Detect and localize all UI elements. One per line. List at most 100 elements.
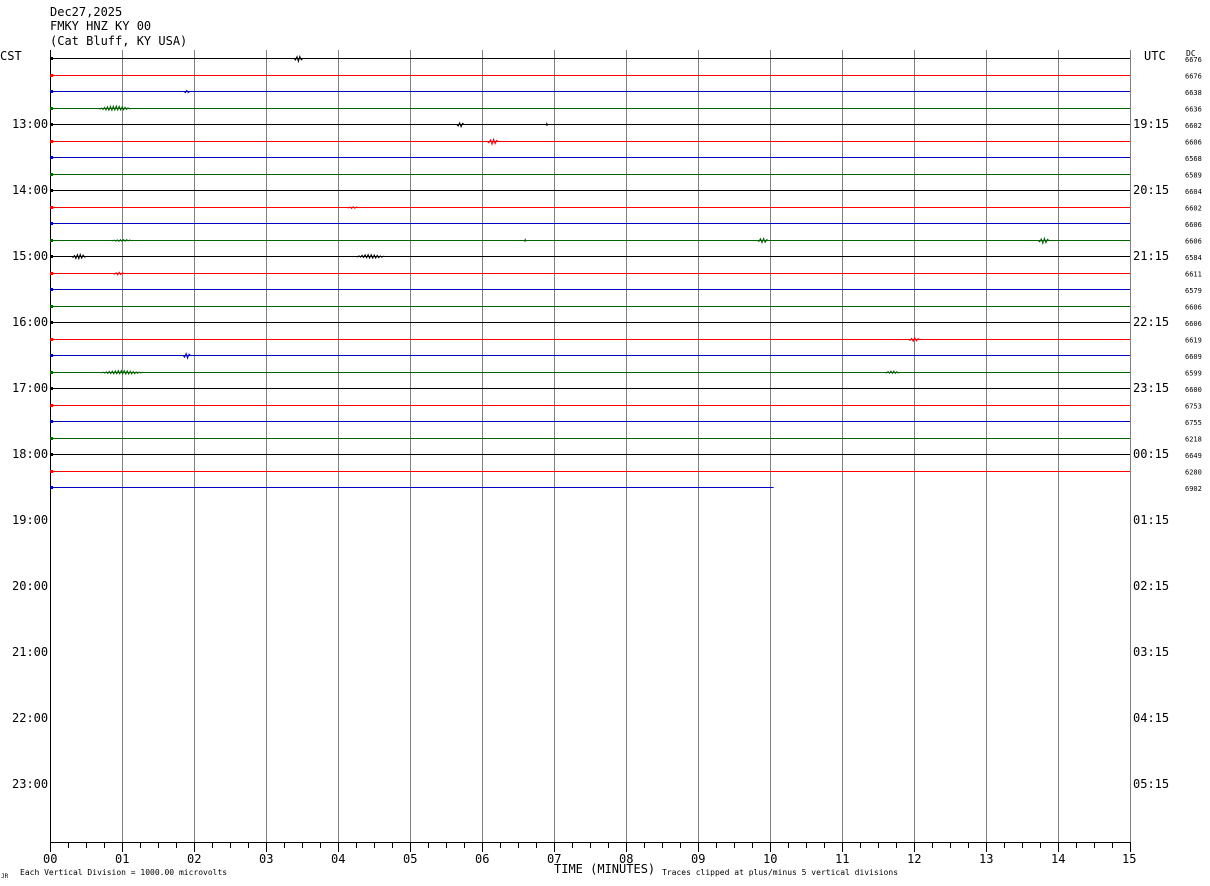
helicorder-plot: 00 01 02 03 04 05 06 07 08 09 10 11 12 13 14 15 13:00 19… xyxy=(0,5,1202,880)
x-tick-label: 12 xyxy=(907,852,921,866)
dc-value: 6218 xyxy=(1185,436,1202,444)
trace-start-mark xyxy=(50,470,53,473)
cst-label: CST xyxy=(0,49,22,63)
trace-row-18 xyxy=(50,351,1130,360)
trace-row-4 xyxy=(50,121,1130,129)
trace-start-mark xyxy=(50,255,53,258)
x-tick-label: 00 xyxy=(43,852,57,866)
dc-offset-labels: 6676667666386636660266066568658966046602… xyxy=(1185,56,1202,493)
cst-time-label: 16:00 xyxy=(12,315,48,329)
clip-note: Traces clipped at plus/minus 5 vertical … xyxy=(662,868,898,877)
dc-value: 6584 xyxy=(1185,254,1202,262)
corner-mark: JR xyxy=(1,873,9,880)
utc-time-label: 21:15 xyxy=(1133,249,1169,263)
trace-start-mark xyxy=(50,206,53,209)
utc-label: UTC xyxy=(1144,49,1166,63)
dc-value: 6280 xyxy=(1185,469,1202,477)
trace-start-mark xyxy=(50,173,53,176)
dc-value: 6579 xyxy=(1185,287,1202,295)
utc-time-label: 03:15 xyxy=(1133,645,1169,659)
trace-row-19 xyxy=(50,369,1130,376)
trace-start-mark xyxy=(50,156,53,159)
dc-label: DC xyxy=(1186,49,1196,58)
dc-value: 6602 xyxy=(1185,205,1202,213)
dc-value: 6636 xyxy=(1185,106,1202,114)
dc-value: 6609 xyxy=(1185,353,1202,361)
utc-time-label: 05:15 xyxy=(1133,777,1169,791)
x-tick-label: 11 xyxy=(835,852,849,866)
utc-time-label: 02:15 xyxy=(1133,579,1169,593)
dc-value: 6753 xyxy=(1185,403,1202,411)
cst-time-label: 15:00 xyxy=(12,249,48,263)
trace-event xyxy=(100,369,144,376)
utc-time-label: 20:15 xyxy=(1133,183,1169,197)
dc-value: 6599 xyxy=(1185,370,1202,378)
trace-row-1 xyxy=(50,74,1130,77)
trace-start-mark xyxy=(50,486,53,489)
dc-value: 6676 xyxy=(1185,73,1202,81)
trace-start-mark xyxy=(50,387,53,390)
dc-value: 6619 xyxy=(1185,337,1202,345)
utc-time-label: 00:15 xyxy=(1133,447,1169,461)
trace-row-15 xyxy=(50,305,1130,308)
trace-start-mark xyxy=(50,305,53,308)
dc-value: 6589 xyxy=(1185,172,1202,180)
trace-row-11 xyxy=(50,236,1130,246)
dc-value: 6606 xyxy=(1185,221,1202,229)
trace-start-mark xyxy=(50,239,53,242)
trace-row-2 xyxy=(50,89,1130,94)
trace-row-24 xyxy=(50,453,1130,456)
trace-row-0 xyxy=(50,54,1130,64)
dc-value: 6606 xyxy=(1185,320,1202,328)
trace-start-mark xyxy=(50,189,53,192)
trace-row-17 xyxy=(50,336,1130,343)
trace-start-mark xyxy=(50,272,53,275)
trace-row-12 xyxy=(50,252,1130,261)
x-tick-label: 02 xyxy=(187,852,201,866)
utc-time-label: 23:15 xyxy=(1133,381,1169,395)
dc-value: 6638 xyxy=(1185,89,1202,97)
dc-value: 6902 xyxy=(1185,485,1202,493)
trace-start-mark xyxy=(50,57,53,60)
scale-note: Each Vertical Division = 1000.00 microvo… xyxy=(20,868,227,877)
cst-time-label: 20:00 xyxy=(12,579,48,593)
trace-event xyxy=(757,237,769,245)
trace-start-mark xyxy=(50,140,53,143)
dc-value: 6606 xyxy=(1185,304,1202,312)
dc-value: 6568 xyxy=(1185,155,1202,163)
x-tick-label: 03 xyxy=(259,852,273,866)
trace-row-21 xyxy=(50,404,1130,407)
vertical-grid xyxy=(50,50,1131,842)
trace-row-7 xyxy=(50,173,1130,176)
cst-time-label: 19:00 xyxy=(12,513,48,527)
trace-row-23 xyxy=(50,437,1130,440)
dc-value: 6611 xyxy=(1185,271,1202,279)
trace-start-mark xyxy=(50,288,53,291)
x-tick-label: 10 xyxy=(763,852,777,866)
trace-row-3 xyxy=(50,104,1130,112)
trace-start-mark xyxy=(50,74,53,77)
cst-time-label: 14:00 xyxy=(12,183,48,197)
trace-start-mark xyxy=(50,123,53,126)
dc-value: 6604 xyxy=(1185,188,1202,196)
date-label: Dec27,2025 xyxy=(50,5,122,19)
trace-start-mark xyxy=(50,321,53,324)
cst-time-label: 18:00 xyxy=(12,447,48,461)
trace-start-mark xyxy=(50,371,53,374)
trace-row-8 xyxy=(50,189,1130,192)
trace-row-13 xyxy=(50,271,1130,276)
trace-row-20 xyxy=(50,387,1130,390)
x-tick-label: 14 xyxy=(1051,852,1065,866)
station-label: FMKY HNZ KY 00 xyxy=(50,19,151,33)
dc-value: 6606 xyxy=(1185,139,1202,147)
dc-value: 6649 xyxy=(1185,452,1202,460)
x-tick-label: 06 xyxy=(475,852,489,866)
trace-start-mark xyxy=(50,420,53,423)
cst-time-label: 21:00 xyxy=(12,645,48,659)
trace-row-26 xyxy=(50,486,774,489)
trace-event xyxy=(545,121,549,126)
trace-row-5 xyxy=(50,137,1130,146)
trace-start-mark xyxy=(50,404,53,407)
trace-row-10 xyxy=(50,222,1130,225)
trace-start-mark xyxy=(50,107,53,110)
